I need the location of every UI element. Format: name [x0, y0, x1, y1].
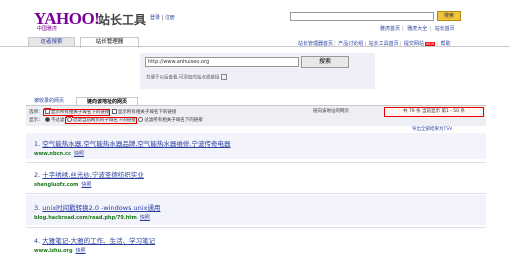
result-count: 共 79 条 当前显示 第1 - 50 条 — [384, 107, 484, 117]
result-item: 1. 空气能热水器,空气能热水器品牌,空气能热水器维修,宁波传奇电器 www.n… — [34, 138, 230, 157]
display-filter-current[interactable]: 过滤当前网页的子域名下的链接 — [64, 117, 137, 124]
yahoo-logo-sub: 中国雅虎 — [37, 26, 58, 32]
result-url: blog.hackroad.com/read.php/79.htm — [34, 215, 137, 221]
webmaster-home-link[interactable]: 站长首页 — [435, 26, 455, 32]
result-divider — [26, 227, 486, 228]
add-site-hint-text: 为便于以后查看,可添加的站点或链接 — [146, 75, 220, 81]
result-title-link[interactable]: 十字绣绣,丝光纱,宁波圣德纺织实业 — [42, 171, 144, 179]
top-right-links: 雅虎首页 | 雅虎大全 | 站长首页 — [380, 26, 455, 32]
radio[interactable] — [66, 117, 72, 122]
redirect-label: 链向该地址的网页 — [313, 109, 349, 114]
cache-link[interactable]: 快照 — [81, 182, 91, 188]
result-url: shengluofz.com — [34, 182, 79, 188]
yahoo-home-link[interactable]: 雅虎首页 — [380, 26, 400, 32]
login-link[interactable]: 登录 — [150, 15, 160, 21]
result-number: 3. — [34, 204, 41, 212]
site-title: 站长工具 — [98, 13, 147, 27]
display-no-filter-label: 不过滤 — [50, 118, 65, 123]
checkbox[interactable] — [111, 109, 117, 114]
yahoo-all-link[interactable]: 雅虎大全 — [407, 26, 427, 32]
filter-option-1[interactable]: 显示所有相关子域名下的链接 — [42, 109, 111, 116]
filter-row-options: 选项： 显示所有相关子域名下的链接 显示所有相关子域名下的链接 — [29, 109, 177, 116]
result-number: 2. — [34, 171, 41, 179]
result-item: 2. 十字绣绣,丝光纱,宁波圣德纺织实业 shengluofz.com 快照 — [34, 169, 144, 188]
result-number: 1. — [34, 140, 41, 148]
result-divider — [26, 162, 486, 163]
result-title-link[interactable]: 大雅笔记-大雅的工作、生活、学习笔记 — [42, 237, 155, 245]
result-title-link[interactable]: 空气能热水器,空气能热水器品牌,空气能热水器维修,宁波传奇电器 — [42, 140, 230, 148]
result-item: 4. 大雅笔记-大雅的工作、生活、学习笔记 www.izhu.org 快照 — [34, 235, 155, 254]
filter-option-2-label: 显示所有相关子域名下的链接 — [117, 110, 177, 115]
register-link[interactable]: 注册 — [165, 15, 175, 21]
result-url: www.nbcn.cc — [34, 151, 71, 157]
nav-link-manager-home[interactable]: 站长管理器首页 — [298, 41, 333, 47]
result-url: www.izhu.org — [34, 248, 73, 254]
tab-indexed-pages[interactable]: 被收录的网页 — [34, 97, 64, 105]
nav-link-product-group[interactable]: 产品讨论组 — [338, 41, 363, 47]
display-filter-all[interactable]: 过滤所有相关子域名下的链接 — [137, 117, 203, 123]
filter-option-1-label: 显示所有相关子域名下的链接 — [50, 110, 110, 115]
result-title-link[interactable]: unix时间戳转换2.0 -windows unix通用 — [42, 204, 160, 212]
nav-link-submit-site[interactable]: 提交网站 — [404, 41, 424, 47]
new-badge: NEW — [424, 42, 436, 46]
filter-option-2[interactable]: 显示所有相关子域名下的链接 — [111, 109, 177, 115]
result-item: 3. unix时间戳转换2.0 -windows unix通用 blog.hac… — [34, 202, 160, 221]
cache-link[interactable]: 快照 — [140, 215, 150, 221]
url-search-button[interactable]: 搜索 — [301, 56, 349, 68]
account-links: 登录 | 注册 — [150, 15, 175, 21]
top-search-button[interactable]: 搜索 — [437, 11, 461, 21]
add-icon[interactable] — [221, 74, 228, 80]
display-filter-all-label: 过滤所有相关子域名下的链接 — [144, 118, 203, 123]
display-no-filter[interactable]: 不过滤 — [44, 117, 65, 123]
result-number: 4. — [34, 237, 41, 245]
display-filter-current-label: 过滤当前网页的子域名下的链接 — [72, 118, 136, 123]
cache-link[interactable]: 快照 — [74, 151, 84, 157]
filter-row-display: 显示： 不过滤 过滤当前网页的子域名下的链接 过滤所有相关子域名下的链接 — [29, 117, 203, 124]
result-divider — [26, 193, 486, 194]
nav-links: 站长管理器首页| 产品讨论组| 站长工具首页| 提交网站 NEW | 帮助 — [298, 41, 451, 47]
nav-link-help[interactable]: 帮助 — [440, 41, 450, 47]
filter-options-label: 选项： — [29, 110, 43, 115]
top-search-input[interactable] — [290, 12, 434, 21]
url-input[interactable]: http://www.anhuiseo.org — [145, 57, 299, 67]
checkbox[interactable] — [44, 109, 50, 114]
filter-display-label: 显示： — [29, 118, 43, 123]
cache-link[interactable]: 快照 — [76, 248, 86, 254]
radio[interactable] — [138, 117, 144, 122]
nav-link-tools-home[interactable]: 站长工具首页 — [369, 41, 399, 47]
add-site-hint: 为便于以后查看,可添加的站点或链接 — [146, 74, 228, 81]
radio-selected[interactable] — [44, 117, 50, 122]
export-tsv-link[interactable]: 导出全部结果为TSV — [412, 126, 452, 132]
